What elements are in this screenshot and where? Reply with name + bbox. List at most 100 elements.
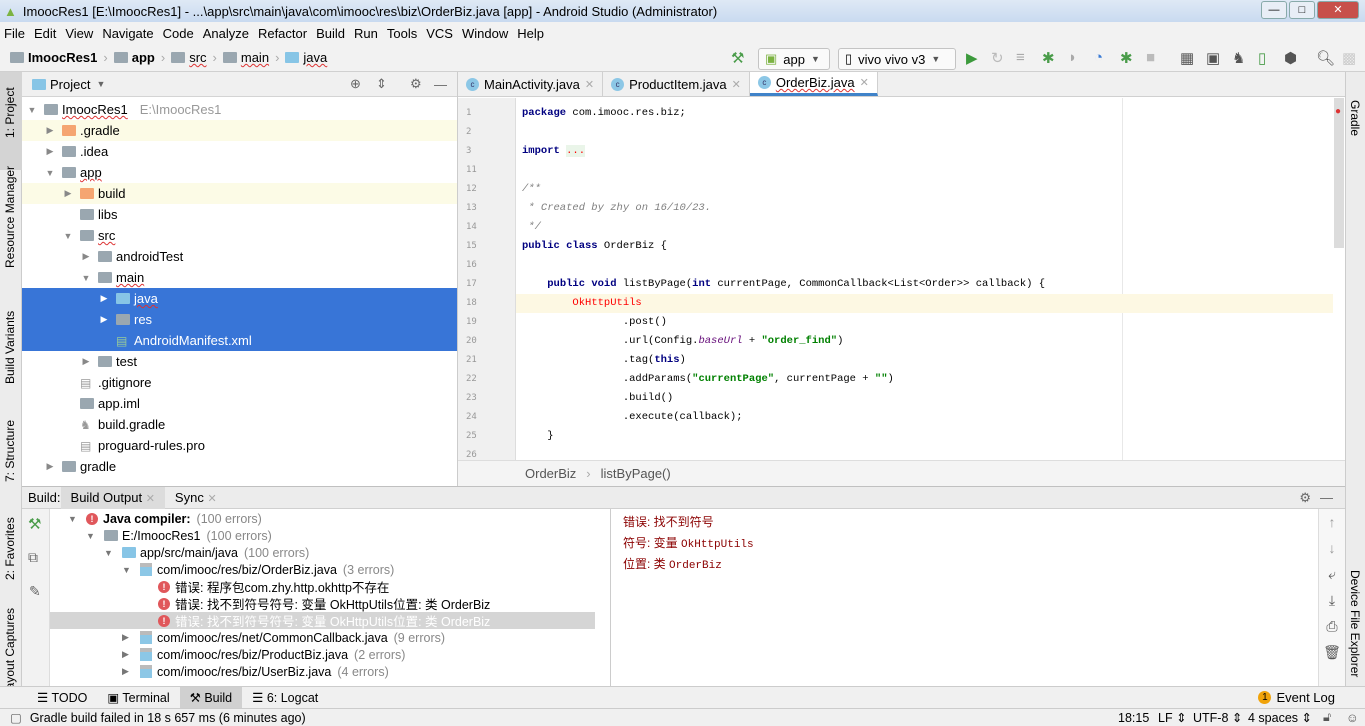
code-line[interactable]: OkHttpUtils — [516, 294, 1333, 313]
menu-file[interactable]: File — [4, 26, 25, 41]
attach-debugger-icon[interactable]: ✱ — [1120, 49, 1133, 67]
editor-tab[interactable]: c ProductItem.java ✕ — [603, 72, 750, 96]
error-item[interactable]: ! 错误: 找不到符号符号: 变量 OkHttpUtils位置: 类 OrderB… — [50, 612, 595, 629]
tool-window-resource-manager[interactable]: Resource Manager — [3, 166, 17, 268]
code-line[interactable] — [516, 123, 1333, 142]
expand-arrow-icon[interactable]: ▶ — [62, 188, 74, 199]
indent-setting[interactable]: 4 spaces ⇕ — [1248, 710, 1312, 725]
collapse-all-icon[interactable]: ⇕ — [376, 76, 387, 92]
toggle-view-icon[interactable]: ⧉ — [28, 549, 38, 566]
run-config-dropdown[interactable]: ▣ app ▼ — [758, 48, 830, 70]
tab-sync[interactable]: Sync ✕ — [165, 487, 227, 509]
avd-manager-icon[interactable]: ▣ — [1206, 49, 1220, 67]
tree-item[interactable]: libs — [22, 204, 457, 225]
sdk-download-icon[interactable]: ⬢ — [1284, 49, 1297, 67]
close-button[interactable]: ✕ — [1317, 1, 1359, 19]
build-tree-item[interactable]: ▼ E:/ImoocRes1 (100 errors) — [50, 527, 595, 544]
menu-build[interactable]: Build — [316, 26, 345, 41]
crumb-class[interactable]: OrderBiz — [525, 466, 576, 481]
hide-panel-icon[interactable]: — — [434, 77, 447, 92]
project-structure-icon[interactable]: ▦ — [1180, 49, 1194, 67]
menu-analyze[interactable]: Analyze — [203, 26, 249, 41]
tree-item[interactable]: ▶ test — [22, 351, 457, 372]
expand-arrow-icon[interactable]: ▶ — [44, 461, 56, 472]
expand-arrow-icon[interactable]: ▶ — [44, 146, 56, 157]
menu-tools[interactable]: Tools — [387, 26, 417, 41]
gear-icon[interactable]: ⚙ — [1299, 490, 1311, 506]
tree-item[interactable]: ▼ ImoocRes1 E:\ImoocRes1 — [22, 99, 457, 120]
editor-scrollbar[interactable] — [1334, 98, 1344, 248]
editor-tab[interactable]: c MainActivity.java ✕ — [458, 72, 604, 96]
expand-arrow-icon[interactable]: ▶ — [98, 314, 110, 325]
tree-item[interactable]: ▶ gradle — [22, 456, 457, 477]
menu-navigate[interactable]: Navigate — [102, 26, 153, 41]
coverage-icon[interactable]: ◗ — [1068, 49, 1077, 66]
arrow-down-icon[interactable]: ↓ — [1319, 535, 1345, 561]
tool-tab-build[interactable]: ⚒ Build — [179, 686, 243, 709]
sync-gradle-icon[interactable]: ♞ — [1232, 49, 1245, 67]
apply-code-changes-icon[interactable]: ≡ — [1016, 49, 1025, 66]
tree-item[interactable]: ▶ build — [22, 183, 457, 204]
caret-position[interactable]: 18:15 — [1118, 711, 1149, 725]
tool-tab-logcat[interactable]: ☰ 6: Logcat — [242, 687, 328, 709]
tree-item[interactable]: ♞ build.gradle — [22, 414, 457, 435]
locate-icon[interactable]: ⊕ — [350, 76, 361, 92]
run-icon[interactable]: ▶ — [966, 49, 978, 67]
code-line[interactable]: public void listByPage(int currentPage, … — [516, 275, 1333, 294]
code-line[interactable]: */ — [516, 218, 1333, 237]
expand-arrow-icon[interactable]: ▶ — [122, 649, 136, 660]
file-encoding[interactable]: UTF-8 ⇕ — [1193, 710, 1242, 725]
make-project-hammer-icon[interactable]: ⚒ — [731, 49, 744, 67]
tree-item[interactable]: ▼ main — [22, 267, 457, 288]
tab-build-output[interactable]: Build Output ✕ — [60, 486, 165, 509]
event-log-button[interactable]: 1 Event Log — [1258, 690, 1335, 705]
expand-arrow-icon[interactable]: ▼ — [86, 531, 100, 541]
close-tab-icon[interactable]: ✕ — [732, 78, 741, 91]
tool-window-favorites[interactable]: 2: Favorites — [3, 517, 17, 580]
project-view-dropdown[interactable]: Project — [50, 77, 90, 92]
code-line[interactable]: .build() — [516, 389, 1333, 408]
tree-item[interactable]: ▤ .gitignore — [22, 372, 457, 393]
tree-item[interactable]: ▤ proguard-rules.pro — [22, 435, 457, 456]
search-icon[interactable]: 🔍︎ — [1316, 49, 1335, 67]
scroll-to-end-icon[interactable]: ⤓ — [1319, 587, 1345, 613]
expand-arrow-icon[interactable]: ▶ — [80, 356, 92, 367]
code-line[interactable]: .execute(callback); — [516, 408, 1333, 427]
line-separator[interactable]: LF ⇕ — [1158, 710, 1187, 725]
menu-view[interactable]: View — [65, 26, 93, 41]
expand-arrow-icon[interactable]: ▼ — [26, 105, 38, 115]
editor-tab[interactable]: c OrderBiz.java ✕ — [749, 72, 878, 96]
tree-item[interactable]: ▶ androidTest — [22, 246, 457, 267]
code-line[interactable] — [516, 161, 1333, 180]
expand-arrow-icon[interactable]: ▶ — [122, 666, 136, 677]
soft-wrap-icon[interactable]: ⤶ — [1319, 561, 1345, 587]
code-line[interactable] — [516, 256, 1333, 275]
tool-tab-terminal[interactable]: ▣ Terminal — [97, 687, 179, 709]
hammer-icon[interactable]: ⚒ — [28, 515, 41, 533]
close-tab-icon[interactable]: ✕ — [860, 76, 869, 89]
tool-window-gradle[interactable]: Gradle — [1348, 100, 1362, 136]
tool-window-device-file-explorer[interactable]: Device File Explorer — [1348, 570, 1362, 677]
tree-item[interactable]: ▶ java — [22, 288, 457, 309]
tool-window-project[interactable]: 1: Project — [3, 87, 17, 138]
inspector-icon[interactable]: ☺ — [1346, 711, 1359, 725]
arrow-up-icon[interactable]: ↑ — [1319, 509, 1345, 535]
lock-icon[interactable]: 🔓︎ — [1323, 710, 1331, 725]
tree-item[interactable]: ▶ .gradle — [22, 120, 457, 141]
expand-arrow-icon[interactable]: ▼ — [68, 514, 82, 524]
code-line[interactable]: .addParams("currentPage", currentPage + … — [516, 370, 1333, 389]
menu-help[interactable]: Help — [517, 26, 544, 41]
user-avatar-icon[interactable]: ▩ — [1342, 49, 1356, 67]
expand-arrow-icon[interactable]: ▼ — [62, 231, 74, 241]
tool-tab-todo[interactable]: ☰ TODO — [27, 687, 97, 709]
code-line[interactable]: import ... — [516, 142, 1333, 161]
tree-item[interactable]: ▶ res — [22, 309, 457, 330]
code-line[interactable]: .tag(this) — [516, 351, 1333, 370]
profile-icon[interactable]: ◔ — [1094, 49, 1103, 66]
toggle-tool-windows-icon[interactable]: ▢ — [10, 710, 22, 725]
expand-arrow-icon[interactable]: ▼ — [122, 565, 136, 575]
build-tree-item[interactable]: ▼! Java compiler: (100 errors) — [50, 510, 595, 527]
build-tree-item[interactable]: ▶ com/imooc/res/biz/ProductBiz.java (2 err… — [50, 646, 595, 663]
minimize-button[interactable]: — — [1261, 1, 1287, 19]
trash-icon[interactable]: 🗑︎ — [1319, 639, 1345, 665]
